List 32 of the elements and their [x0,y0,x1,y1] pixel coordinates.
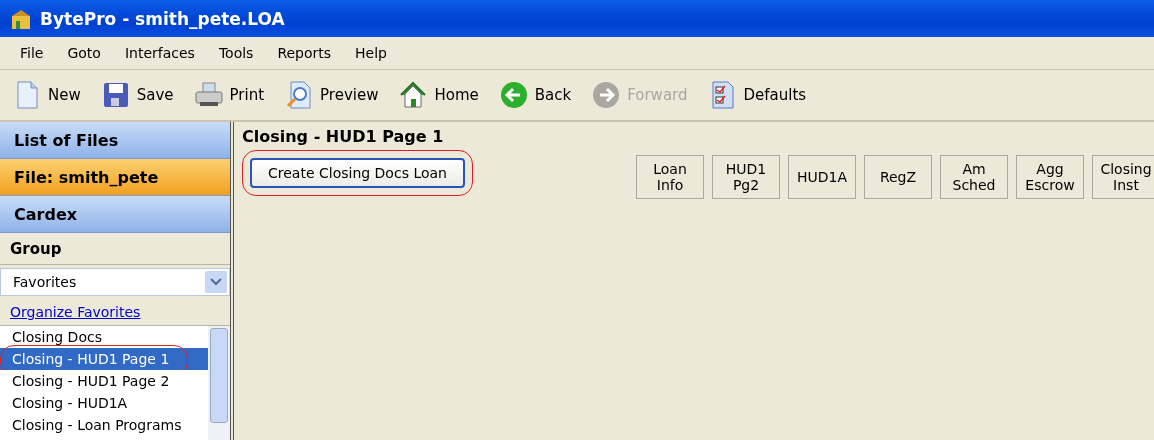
chevron-down-icon[interactable] [205,271,227,293]
group-dropdown[interactable]: Favorites [0,268,230,296]
form-tab-button[interactable]: Loan Info [636,155,704,199]
menu-item[interactable]: Help [347,45,399,61]
form-tab-button[interactable]: Agg Escrow [1016,155,1084,199]
toolbar-button[interactable]: Back [498,80,578,110]
form-tab-button[interactable]: Closing Inst [1092,155,1154,199]
menu-item[interactable]: Goto [59,45,113,61]
organize-favorites-link[interactable]: Organize Favorites [0,299,151,325]
menu-item[interactable]: Reports [269,45,344,61]
form-tab-button[interactable]: HUD1A [788,155,856,199]
toolbar-button[interactable]: Home [398,80,485,110]
window-title: BytePro - smith_pete.LOA [40,8,285,29]
nav-bar[interactable]: File: smith_pete [0,159,230,196]
menu-item[interactable]: File [12,45,56,61]
toolbar-button[interactable]: Save [100,80,180,110]
menu-item[interactable]: Tools [210,45,266,61]
toolbar-button[interactable]: Defaults [707,80,813,110]
menu-item[interactable]: Interfaces [116,45,207,61]
nav-bar[interactable]: Cardex [0,196,230,233]
group-label: Group [0,233,230,265]
form-tab-button[interactable]: RegZ [864,155,932,199]
scrollbar[interactable] [208,326,230,440]
form-tab-button[interactable]: Am Sched [940,155,1008,199]
toolbar-button[interactable]: New [12,80,87,110]
page-title: Closing - HUD1 Page 1 [241,125,445,148]
toolbar-button[interactable]: Preview [284,80,385,110]
list-item[interactable]: Closing - HUD1 Page 1 [0,348,208,370]
nav-bar[interactable]: List of Files [0,122,230,159]
create-closing-docs-button[interactable]: Create Closing Docs Loan [250,158,465,188]
form-tab-button[interactable]: HUD1 Pg2 [712,155,780,199]
toolbar-button[interactable]: Print [193,80,271,110]
